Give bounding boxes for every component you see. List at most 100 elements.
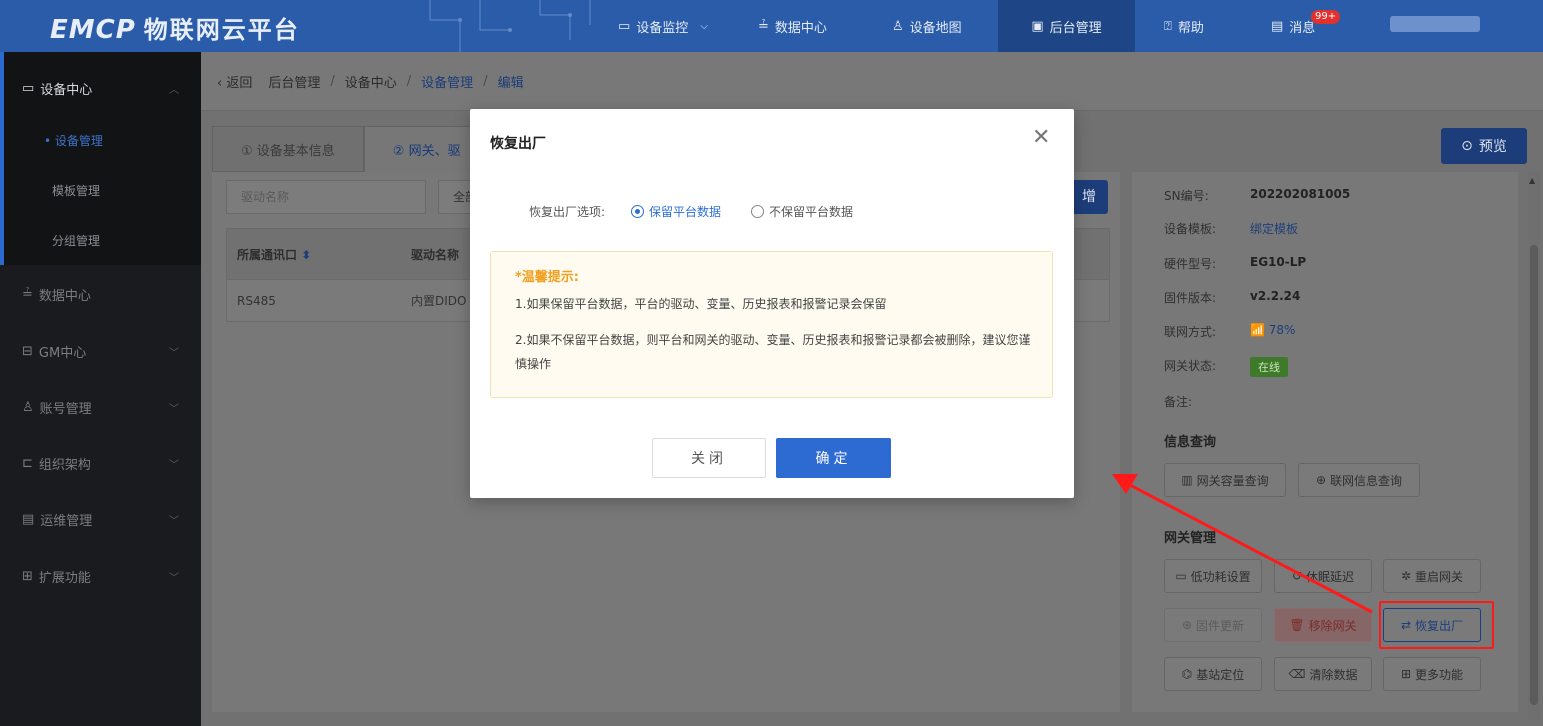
nav-device-monitor[interactable]: ▭ 设备监控 ⌵	[618, 0, 708, 52]
chevron-down-icon: ﹀	[169, 572, 179, 584]
admin-icon: ▣	[1031, 18, 1044, 34]
nav-help[interactable]: ⍰ 帮助	[1164, 0, 1204, 52]
capacity-query-button[interactable]: ▥ 网关容量查询	[1164, 463, 1286, 497]
tab-bar: ① 设备基本信息 ② 网关、驱	[212, 126, 490, 172]
help-icon: ⍰	[1164, 18, 1172, 34]
preview-button[interactable]: ⊙ 预览	[1441, 128, 1527, 164]
warning-tip-box: *温馨提示: 1.如果保留平台数据，平台的驱动、变量、历史报表和报警记录会保留 …	[490, 251, 1053, 398]
sidebar-item-device-center[interactable]: ▭ 设备中心 ︿	[0, 60, 201, 116]
sidebar-sub-device-manage[interactable]: • 设备管理	[0, 115, 201, 165]
message-icon: ▤	[1271, 18, 1284, 34]
highlight-box	[1379, 601, 1494, 649]
sidebar-item-extensions[interactable]: ⊞ 扩展功能 ﹀	[0, 548, 201, 604]
hardware-value: EG10-LP	[1250, 255, 1307, 269]
chevron-left-icon: ‹	[217, 75, 223, 91]
network-info-button[interactable]: ⊕ 联网信息查询	[1298, 463, 1420, 497]
tip-title: *温馨提示:	[515, 270, 579, 285]
sidebar: ▭ 设备中心 ︿ • 设备管理 模板管理 分组管理 ≟ 数据中心 ⊟ GM中心 …	[0, 52, 201, 726]
scroll-up-icon[interactable]: ▲	[1529, 176, 1535, 185]
user-icon: ♙	[22, 399, 34, 415]
reset-option-label: 恢复出厂选项:	[529, 205, 606, 219]
tip-line-1: 1.如果保留平台数据，平台的驱动、变量、历史报表和报警记录会保留	[515, 297, 887, 311]
sidebar-item-data-center[interactable]: ≟ 数据中心	[0, 266, 201, 322]
factory-reset-dialog: 恢复出厂 ✕ 恢复出厂选项: 保留平台数据 不保留平台数据 *温馨提示: 1.如…	[470, 109, 1074, 498]
logo: EMCP 物联网云平台	[50, 15, 300, 45]
info-query-title: 信息查询	[1164, 435, 1217, 450]
sleep-delay-button[interactable]: ↺ 休眠延迟	[1274, 559, 1372, 593]
breadcrumb: ‹ 返回 后台管理 / 设备中心 / 设备管理 / 编辑	[201, 52, 1543, 111]
antenna-icon: ⌬	[1181, 667, 1193, 681]
radio-unchecked-icon	[751, 205, 764, 218]
cancel-button[interactable]: 关闭	[652, 438, 766, 478]
chevron-down-icon: ﹀	[169, 459, 179, 471]
play-circle-icon: ⊙	[1461, 138, 1473, 154]
nav-device-map[interactable]: ♙ 设备地图	[892, 0, 962, 52]
breadcrumb-item[interactable]: 设备中心	[345, 72, 397, 91]
confirm-button[interactable]: 确定	[776, 438, 891, 478]
ops-icon: ▤	[22, 511, 35, 527]
monitor-icon: ▭	[618, 18, 631, 34]
grid-icon: ⊞	[1400, 667, 1412, 681]
timer-icon: ↺	[1291, 569, 1303, 583]
radio-discard-data[interactable]: 不保留平台数据	[751, 203, 853, 220]
close-icon[interactable]: ✕	[1032, 125, 1050, 151]
dialog-title: 恢复出厂	[490, 136, 546, 152]
scrollbar-thumb[interactable]	[1530, 245, 1538, 705]
clear-data-button[interactable]: ⌫ 清除数据	[1274, 657, 1372, 691]
tip-line-2: 2.如果不保留平台数据，则平台和网关的驱动、变量、历史报表和报警记录都会被删除，…	[515, 333, 1031, 371]
sidebar-item-account[interactable]: ♙ 账号管理 ﹀	[0, 379, 201, 435]
sidebar-item-ops[interactable]: ▤ 运维管理 ﹀	[0, 491, 201, 547]
chevron-down-icon: ﹀	[169, 515, 179, 527]
loading-icon: ✲	[1400, 569, 1412, 583]
org-icon: ⊏	[22, 455, 33, 471]
device-icon: ▭	[22, 80, 35, 96]
driver-search-input[interactable]: 驱动名称	[226, 180, 426, 214]
message-badge: 99+	[1311, 10, 1341, 24]
nav-admin[interactable]: ▣ 后台管理	[998, 0, 1135, 52]
chart-icon: ≟	[758, 18, 769, 34]
more-functions-button[interactable]: ⊞ 更多功能	[1383, 657, 1481, 691]
bind-template-link[interactable]: 绑定模板	[1250, 220, 1298, 237]
signal-icon: 📶	[1250, 323, 1265, 337]
user-account[interactable]	[1390, 16, 1480, 32]
add-driver-button[interactable]: 增	[1070, 180, 1108, 214]
radio-checked-icon	[631, 205, 644, 218]
base-station-button[interactable]: ⌬ 基站定位	[1164, 657, 1262, 691]
back-link[interactable]: ‹ 返回	[217, 72, 252, 91]
chart-icon: ≟	[22, 286, 33, 302]
sort-icon: ⬍	[301, 247, 312, 262]
restart-gateway-button[interactable]: ✲ 重启网关	[1383, 559, 1481, 593]
chevron-down-icon: ﹀	[169, 347, 179, 359]
eraser-icon: ⌫	[1288, 667, 1306, 681]
sn-value: 202202081005	[1250, 187, 1351, 201]
grid-icon: ⊞	[22, 568, 33, 584]
gateway-manage-title: 网关管理	[1164, 531, 1217, 546]
tab-basic-info[interactable]: ① 设备基本信息	[212, 126, 364, 172]
chevron-down-icon: ﹀	[169, 403, 179, 415]
map-user-icon: ♙	[892, 18, 904, 34]
firmware-update-button[interactable]: ⊕ 固件更新	[1164, 608, 1262, 642]
chevron-up-icon: ︿	[169, 84, 179, 96]
battery-icon: ▭	[1175, 569, 1187, 583]
globe-icon: ⊕	[1315, 473, 1327, 487]
columns-icon: ▥	[1181, 473, 1193, 487]
sidebar-item-org[interactable]: ⊏ 组织架构 ﹀	[0, 435, 201, 491]
firmware-value: v2.2.24	[1250, 289, 1301, 303]
breadcrumb-item[interactable]: 设备管理	[421, 72, 473, 91]
top-navbar: EMCP 物联网云平台 ▭ 设备监控 ⌵ ≟ 数据中心 ♙ 设备地图 ▣ 后台管理…	[0, 0, 1543, 52]
breadcrumb-item[interactable]: 后台管理	[268, 72, 320, 91]
trash-icon: 🗑	[1289, 618, 1305, 632]
nav-messages[interactable]: ▤ 消息	[1271, 0, 1315, 52]
sidebar-sub-group-manage[interactable]: 分组管理	[0, 215, 201, 265]
radio-keep-data[interactable]: 保留平台数据	[631, 203, 721, 220]
nav-data-center[interactable]: ≟ 数据中心	[758, 0, 827, 52]
chevron-down-icon: ⌵	[700, 20, 708, 32]
low-power-button[interactable]: ▭ 低功耗设置	[1164, 559, 1262, 593]
remove-gateway-button[interactable]: 🗑 移除网关	[1274, 608, 1372, 642]
upload-icon: ⊕	[1181, 618, 1193, 632]
sidebar-item-gm-center[interactable]: ⊟ GM中心 ﹀	[0, 323, 201, 379]
breadcrumb-current: 编辑	[497, 75, 524, 91]
status-badge: 在线	[1250, 357, 1288, 377]
gm-icon: ⊟	[22, 343, 33, 359]
sidebar-sub-template-manage[interactable]: 模板管理	[0, 165, 201, 215]
